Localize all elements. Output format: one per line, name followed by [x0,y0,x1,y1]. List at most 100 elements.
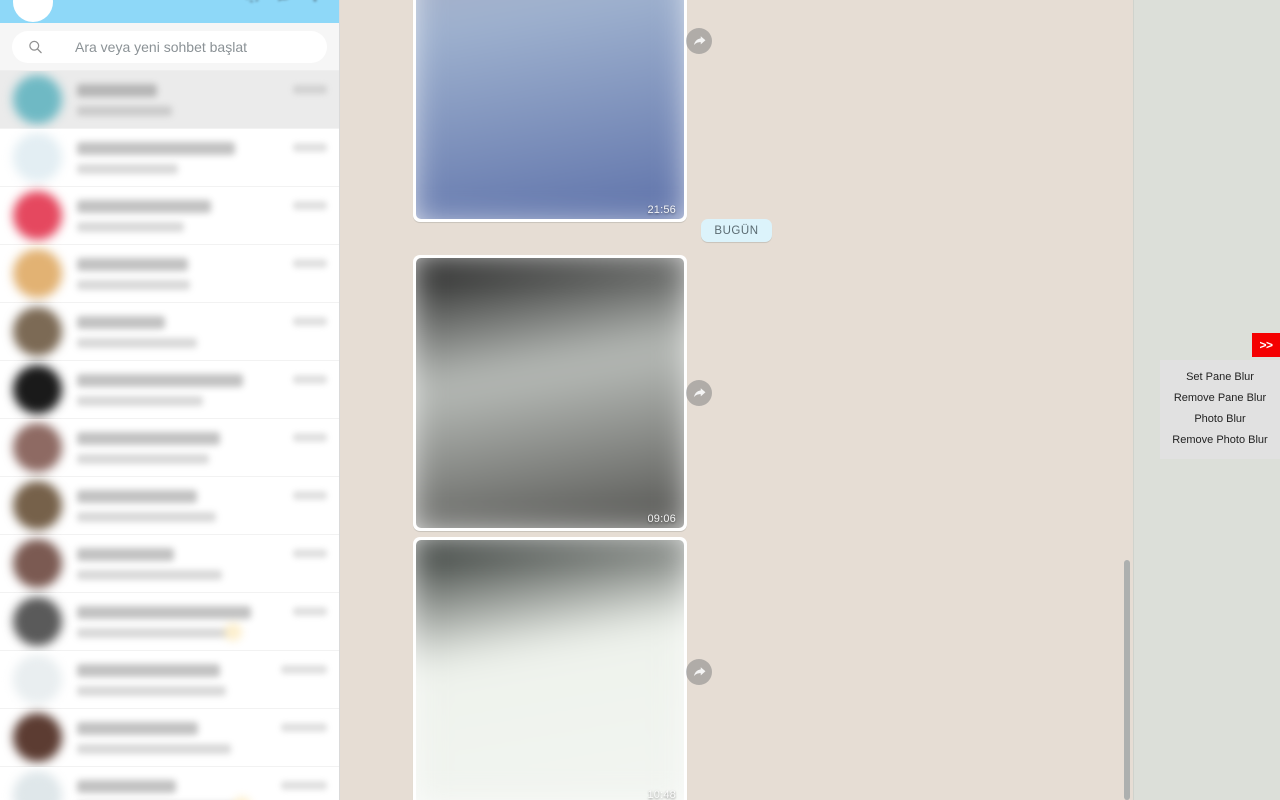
date-divider-label: BUGÜN [701,219,772,242]
chat-timestamp [293,85,327,94]
chat-contact-name [77,315,166,329]
chat-contact-name [77,141,235,155]
chat-last-message [77,622,243,641]
chat-last-message [77,453,210,464]
avatar [13,655,62,704]
new-chat-icon[interactable] [274,0,294,4]
chat-item-body [77,141,293,174]
chat-item-body [77,199,293,232]
chat-timestamp [293,317,327,326]
chat-contact-name [77,663,220,677]
photo-clip [416,540,684,800]
forward-message-button[interactable] [686,659,712,685]
chat-last-message [77,743,232,754]
message-row: 09:06 [340,255,1133,531]
chat-last-message [77,337,197,348]
chat-item-body [77,605,293,641]
chat-conversation-panel: 21:56 BUGÜN 09:06 10:48 [340,0,1133,800]
blur-menu-item-1[interactable]: Remove Pane Blur [1160,388,1280,409]
chat-item-body [77,83,293,116]
forward-message-button[interactable] [686,28,712,54]
chat-contact-name [77,721,198,735]
chat-timestamp [293,549,327,558]
chat-item-body [77,663,281,696]
chat-contact-name [77,199,212,213]
chat-item-body [77,721,281,754]
chat-last-message [77,163,178,174]
message-timestamp: 09:06 [647,513,676,525]
sidebar [0,0,340,800]
chat-timestamp [293,201,327,210]
menu-icon[interactable] [305,0,325,4]
chat-list-item[interactable] [0,303,339,361]
avatar [13,771,62,800]
chat-timestamp [293,259,327,268]
message-photo [416,258,684,528]
toggle-blur-menu-button[interactable]: >> [1252,333,1280,357]
date-divider: BUGÜN [340,219,1133,242]
chat-list-item[interactable] [0,187,339,245]
chat-last-message [77,569,222,580]
status-icon[interactable] [243,0,263,4]
chat-item-body [77,489,293,522]
blur-menu-item-2[interactable]: Photo Blur [1160,409,1280,430]
blur-menu-item-3[interactable]: Remove Photo Blur [1160,430,1280,451]
avatar [13,191,62,240]
chat-contact-name [77,257,189,271]
chat-contact-name [77,779,176,793]
sidebar-header [0,0,339,23]
blur-tool-menu: Set Pane Blur Remove Pane Blur Photo Blur R… [1160,360,1280,459]
chat-list-item[interactable] [0,245,339,303]
chat-list-item[interactable] [0,767,339,800]
chat-scrollbar[interactable] [1124,560,1130,800]
avatar [13,481,62,530]
chat-item-body [77,547,293,580]
chat-list-item[interactable] [0,477,339,535]
avatar [13,307,62,356]
chat-contact-name [77,83,157,97]
search-bar [0,23,339,71]
photo-clip [416,258,684,528]
chat-contact-name [77,431,220,445]
chat-timestamp [281,781,327,790]
emoji-icon [224,622,243,641]
chat-list-item[interactable] [0,361,339,419]
chat-contact-name [77,373,243,387]
chat-timestamp [281,723,327,732]
blur-menu-item-0[interactable]: Set Pane Blur [1160,367,1280,388]
avatar [13,365,62,414]
message-photo [416,0,684,219]
chat-list-item[interactable] [0,593,339,651]
chat-item-body [77,431,293,464]
image-message-bubble[interactable]: 21:56 [413,0,687,222]
chat-list-item[interactable] [0,535,339,593]
chat-list-item[interactable] [0,71,339,129]
chat-item-body [77,315,293,348]
image-message-bubble[interactable]: 09:06 [413,255,687,531]
search-input[interactable] [12,30,327,63]
avatar [13,75,62,124]
chat-list-item[interactable] [0,419,339,477]
sidebar-header-icons [243,0,325,4]
chat-list-item[interactable] [0,129,339,187]
chat-contact-name [77,547,174,561]
chat-list-item[interactable] [0,709,339,767]
whatsapp-web-window: 21:56BUGÜN09:0610:48 >> Set Pane BlurRem… [0,0,1280,800]
chat-timestamp [293,375,327,384]
chat-list-item[interactable] [0,651,339,709]
avatar [13,423,62,472]
search-box[interactable] [12,30,327,63]
avatar [13,133,62,182]
chat-list[interactable] [0,71,339,800]
chat-last-message [77,685,226,696]
message-row: 10:48 [340,537,1133,800]
chat-timestamp [293,607,327,616]
avatar [13,713,62,762]
chat-contact-name [77,489,197,503]
image-message-bubble[interactable]: 10:48 [413,537,687,800]
chat-timestamp [293,143,327,152]
message-photo [416,540,684,800]
search-icon [28,39,43,54]
profile-avatar[interactable] [13,0,53,22]
forward-message-button[interactable] [686,380,712,406]
